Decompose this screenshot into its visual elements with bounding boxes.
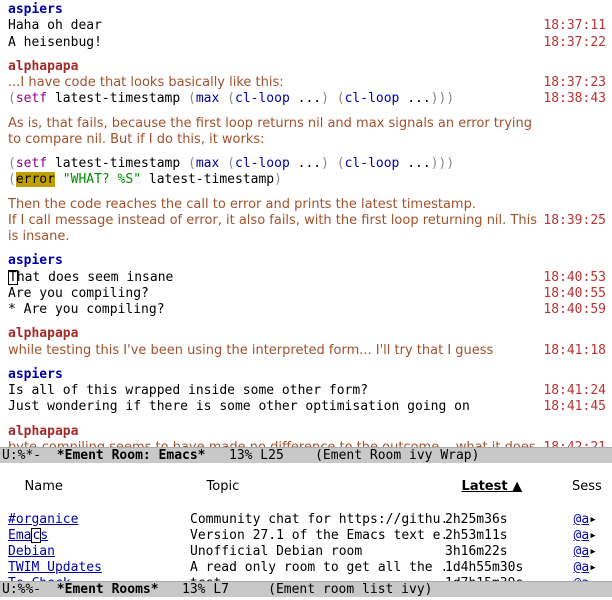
nick-label: aspiers — [8, 367, 63, 382]
room-session: @a▸ — [547, 576, 597, 581]
timestamp: 18:41:18 — [543, 343, 606, 359]
nick-label: alphapapa — [8, 326, 78, 341]
timestamp: 18:40:59 — [543, 302, 606, 318]
message-text: As is, that fails, because the first loo… — [8, 116, 532, 147]
room-link[interactable]: #organice — [8, 512, 78, 527]
room-link[interactable]: TWIM Updates — [8, 560, 102, 575]
timestamp: 18:38:43 — [543, 91, 606, 107]
room-list-row[interactable]: #organice Community chat for https://gith… — [8, 512, 608, 528]
timestamp: 18:41:45 — [543, 399, 606, 415]
timestamp: 18:37:22 — [543, 35, 606, 51]
room-list-row[interactable]: Debian Unofficial Debian room3h16m22s@a▸ — [8, 544, 608, 560]
chat-pane[interactable]: aspiersHaha oh dear18:37:11A heisenbug!1… — [0, 0, 612, 447]
room-session: @a▸ — [547, 512, 597, 528]
nick-label: aspiers — [8, 2, 63, 17]
message-text: Are you compiling? — [8, 286, 149, 301]
timestamp: 18:40:55 — [543, 286, 606, 302]
message-text: A heisenbug! — [8, 35, 102, 50]
timestamp: 18:39:25 — [543, 213, 606, 229]
room-link[interactable]: Emacs — [8, 528, 48, 543]
timestamp: 18:37:11 — [543, 18, 606, 34]
message-text: If I call message instead of error, it a… — [8, 213, 537, 244]
room-link[interactable]: Debian — [8, 544, 55, 559]
message-text: while testing this I've been using the i… — [8, 343, 493, 358]
room-topic: Unofficial Debian room — [190, 544, 445, 560]
message-text: Then the code reaches the call to error … — [8, 197, 476, 212]
room-topic: test — [190, 576, 445, 581]
message-text: Is all of this wrapped inside some other… — [8, 383, 368, 398]
modeline-buffer-name-2: *Ement Rooms* — [57, 582, 159, 597]
message-text: Just wondering if there is some other op… — [8, 399, 470, 414]
room-list-row[interactable]: To-Check test1d7h15m39s@a▸ — [8, 576, 608, 581]
room-list-pane[interactable]: NameTopicLatest ▲ Sess #organice Communit… — [0, 463, 612, 581]
message-text: Haha oh dear — [8, 18, 102, 33]
room-latest: 2h25m36s — [445, 512, 547, 528]
room-list-row[interactable]: Emacs Version 27.1 of the Emacs text e...… — [8, 528, 608, 544]
message-text: byte-compiling seems to have made no dif… — [8, 440, 545, 447]
timestamp: 18:42:21 — [543, 440, 606, 447]
room-latest: 1d7h15m39s — [445, 576, 547, 581]
sort-indicator-icon: ▲ — [512, 479, 522, 494]
modeline-rooms: U:%%- *Ement Rooms* 13% L7 (Ement room l… — [0, 581, 612, 597]
room-topic: Version 27.1 of the Emacs text e... — [190, 528, 445, 544]
message-text: ...I have code that looks basically like… — [8, 75, 284, 90]
timestamp: 18:41:24 — [543, 383, 606, 399]
modeline-buffer-name: *Ement Room: Emacs* — [57, 448, 206, 463]
text-cursor: T — [8, 270, 18, 285]
room-session: @a▸ — [547, 528, 597, 544]
room-session: @a▸ — [547, 544, 597, 560]
timestamp: 18:40:53 — [543, 270, 606, 286]
room-topic: Community chat for https://githu... — [190, 512, 445, 528]
room-list-header: NameTopicLatest ▲ Sess — [8, 463, 608, 512]
room-latest: 1d4h55m30s — [445, 560, 547, 576]
message-text: * Are you compiling? — [8, 302, 165, 317]
timestamp: 18:37:23 — [543, 75, 606, 91]
room-latest: 3h16m22s — [445, 544, 547, 560]
room-link[interactable]: To-Check — [8, 576, 71, 581]
room-list-row[interactable]: TWIM Updates A read only room to get all … — [8, 560, 608, 576]
modeline-chat: U:%*- *Ement Room: Emacs* 13% L25 (Ement… — [0, 447, 612, 463]
room-session: @a▸ — [547, 560, 597, 576]
room-topic: A read only room to get all the ... — [190, 560, 445, 576]
nick-label: aspiers — [8, 253, 63, 268]
room-latest: 2h53m11s — [445, 528, 547, 544]
nick-label: alphapapa — [8, 59, 78, 74]
nick-label: alphapapa — [8, 424, 78, 439]
